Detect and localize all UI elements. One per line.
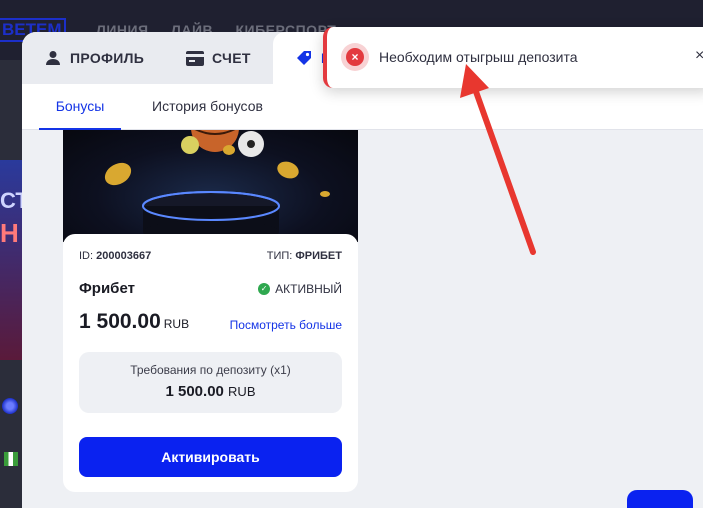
toast-message: Необходим отыгрыш депозита	[379, 49, 578, 65]
tab-account[interactable]: СЧЕТ	[186, 32, 251, 84]
chat-button[interactable]	[627, 490, 693, 508]
bonus-subtabs: Бонусы История бонусов	[22, 84, 703, 130]
bonus-type-label: ТИП:	[266, 250, 293, 262]
error-icon: ×	[341, 43, 369, 71]
wallet-icon	[186, 49, 204, 67]
requirement-currency: RUB	[228, 384, 256, 399]
bonus-id-label: ID:	[79, 250, 94, 262]
bonus-card-image	[63, 130, 358, 242]
deposit-requirement: Требования по депозиту (x1) 1 500.00 RUB	[79, 352, 342, 413]
view-more-link[interactable]: Посмотреть больше	[230, 318, 342, 332]
toast-close-button[interactable]: ×	[695, 47, 703, 65]
bonus-card: ID: 200003667 ТИП: ФРИБЕТ Фрибет ✓ АКТИВ…	[63, 234, 358, 492]
bonus-id: ID: 200003667	[79, 250, 151, 262]
flag-icon	[4, 452, 18, 466]
bonus-type: ТИП: ФРИБЕТ	[267, 250, 342, 262]
tab-label: СЧЕТ	[212, 50, 251, 66]
bonus-amount-value: 1 500.00	[79, 310, 161, 333]
bonus-name: Фрибет	[79, 280, 135, 297]
tag-icon	[295, 49, 313, 67]
status-badge: ✓ АКТИВНЫЙ	[258, 282, 342, 296]
close-circle-icon: ×	[346, 48, 364, 66]
bonus-id-value: 200003667	[96, 250, 152, 262]
bonus-amount-currency: RUB	[163, 317, 190, 331]
subtab-bonus-history[interactable]: История бонусов	[152, 84, 263, 130]
requirement-value: 1 500.00 RUB	[79, 383, 342, 400]
requirement-title: Требования по депозиту (x1)	[130, 363, 291, 377]
subtab-bonuses[interactable]: Бонусы	[39, 84, 121, 130]
check-icon: ✓	[258, 283, 271, 295]
requirement-amount: 1 500.00	[165, 383, 224, 400]
user-icon	[44, 49, 62, 67]
bonus-type-value: ФРИБЕТ	[295, 250, 342, 262]
tab-label: ПРОФИЛЬ	[70, 50, 145, 66]
error-toast: × Необходим отыгрыш депозита ×	[323, 27, 703, 88]
activate-button[interactable]: Активировать	[79, 437, 342, 477]
tab-profile[interactable]: ПРОФИЛЬ	[44, 32, 144, 84]
bonus-amount: 1 500.00 RUB	[79, 310, 189, 334]
football-icon	[2, 398, 18, 414]
account-modal: ПРОФИЛЬ СЧЕТ Б Бонусы История бонусов	[22, 32, 703, 508]
status-label: АКТИВНЫЙ	[275, 282, 342, 296]
banner-text-2: Н	[0, 218, 19, 248]
